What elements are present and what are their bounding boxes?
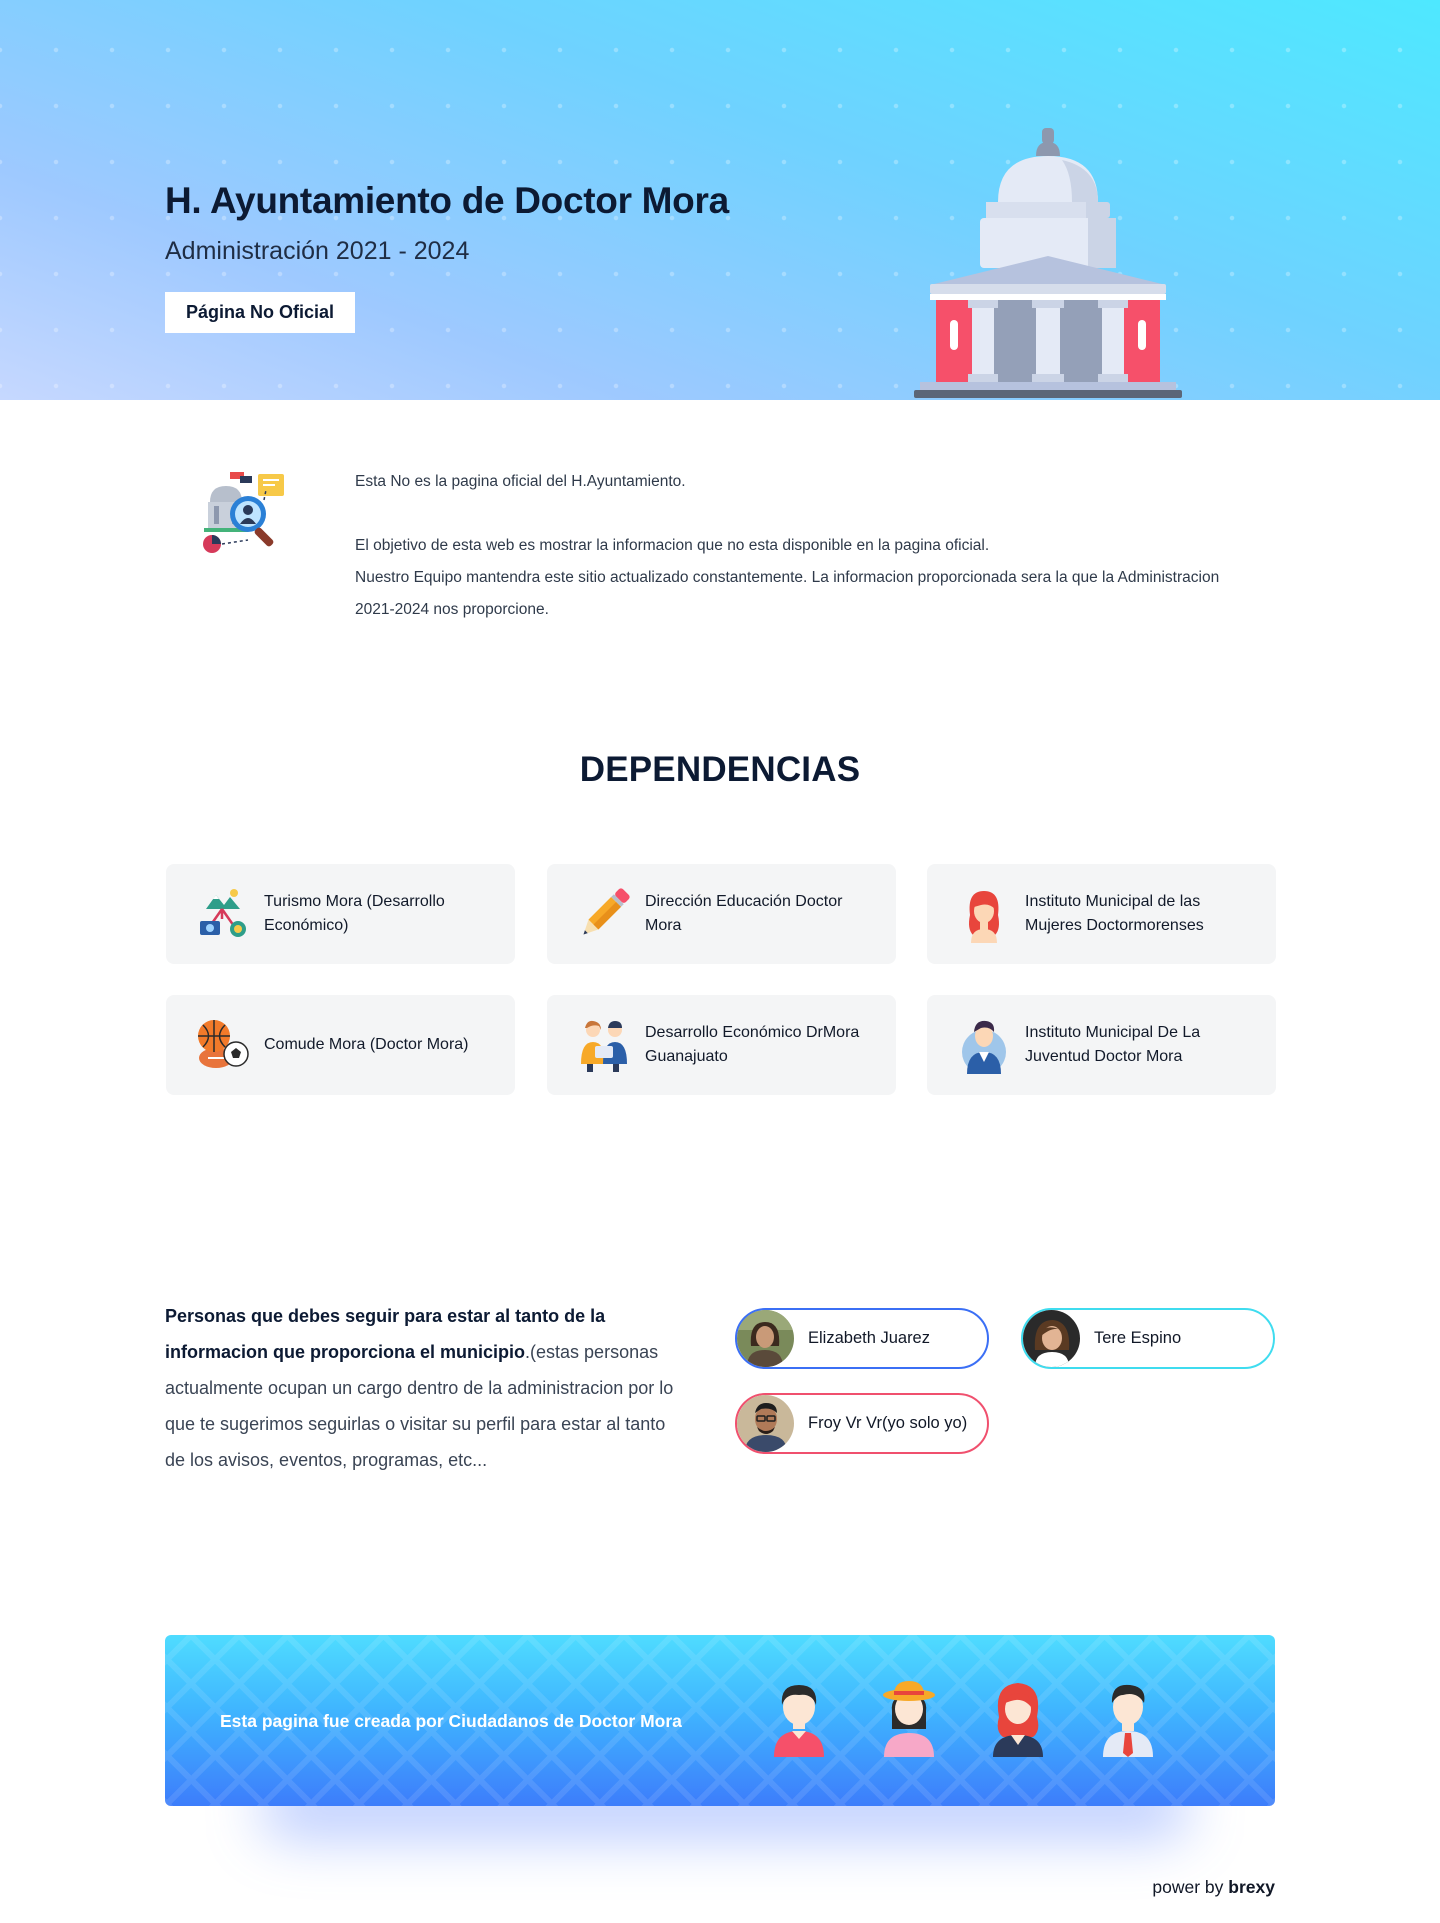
people-description: Personas que debes seguir para estar al … xyxy=(165,1298,685,1478)
capitol-building-icon xyxy=(914,128,1182,398)
man-avatar-icon xyxy=(774,1685,824,1757)
search-analysis-icon xyxy=(203,472,284,553)
person-name: Tere Espino xyxy=(1094,1329,1182,1347)
sports-balls-icon xyxy=(198,1020,249,1068)
avatar xyxy=(737,1395,794,1452)
person-elizabeth-juarez[interactable]: Elizabeth Juarez xyxy=(735,1308,989,1369)
dependency-card-turismo[interactable]: Turismo Mora (Desarrollo Económico) xyxy=(166,864,515,964)
dependency-label: Turismo Mora (Desarrollo Económico) xyxy=(264,893,445,934)
person-name: Elizabeth Juarez xyxy=(808,1329,930,1347)
intro-line-1: Esta No es la pagina oficial del H.Ayunt… xyxy=(355,473,686,490)
dependency-card-desarrollo[interactable]: Desarrollo Económico DrMora Guanajuato xyxy=(547,995,896,1095)
woman-icon xyxy=(969,891,999,943)
citizens-banner: Esta pagina fue creada por Ciudadanos de… xyxy=(165,1635,1275,1806)
dependency-label: Instituto Municipal De La Juventud Docto… xyxy=(1025,1024,1201,1065)
dependency-card-juventud[interactable]: Instituto Municipal De La Juventud Docto… xyxy=(927,995,1276,1095)
hero-section: H. Ayuntamiento de Doctor Mora Administr… xyxy=(0,0,1440,400)
person-name: Froy Vr Vr(yo solo yo) xyxy=(808,1414,968,1432)
intro-line-2: El objetivo de esta web es mostrar la in… xyxy=(355,537,990,554)
intro-line-3: Nuestro Equipo mantendra este sitio actu… xyxy=(355,569,1220,618)
red-hair-woman-avatar-icon xyxy=(993,1683,1043,1757)
woman-hat-avatar-icon xyxy=(883,1681,935,1757)
young-man-icon xyxy=(962,1020,1006,1074)
person-tere-espino[interactable]: Tere Espino xyxy=(1021,1308,1275,1369)
page-title: H. Ayuntamiento de Doctor Mora xyxy=(165,180,729,221)
footer-brand[interactable]: brexy xyxy=(1228,1877,1275,1897)
person-froy-vr[interactable]: Froy Vr Vr(yo solo yo) xyxy=(735,1393,989,1454)
tourism-icon xyxy=(200,889,246,937)
intro-text: Esta No es la pagina oficial del H.Ayunt… xyxy=(355,466,1255,626)
dependency-card-mujeres[interactable]: Instituto Municipal de las Mujeres Docto… xyxy=(927,864,1276,964)
avatar xyxy=(1023,1310,1080,1367)
page-subtitle: Administración 2021 - 2024 xyxy=(165,237,470,265)
dependency-label: Comude Mora (Doctor Mora) xyxy=(264,1036,469,1053)
dependency-card-educacion[interactable]: Dirección Educación Doctor Mora xyxy=(547,864,896,964)
dependencias-title: DEPENDENCIAS xyxy=(579,750,861,789)
avatar xyxy=(737,1310,794,1367)
unofficial-page-button[interactable]: Página No Oficial xyxy=(165,292,355,333)
dependency-label: Desarrollo Económico DrMora Guanajuato xyxy=(645,1024,860,1065)
footer-credit-prefix: power by xyxy=(1152,1877,1224,1897)
footer-credit: power by brexy xyxy=(1152,1877,1275,1898)
businessman-avatar-icon xyxy=(1103,1684,1153,1757)
dependency-label: Dirección Educación Doctor Mora xyxy=(645,893,843,934)
pencil-icon xyxy=(583,888,630,935)
dependency-label: Instituto Municipal de las Mujeres Docto… xyxy=(1025,893,1204,934)
dependency-card-comude[interactable]: Comude Mora (Doctor Mora) xyxy=(166,995,515,1095)
business-people-icon xyxy=(581,1020,627,1072)
banner-text: Esta pagina fue creada por Ciudadanos de… xyxy=(220,1711,682,1731)
